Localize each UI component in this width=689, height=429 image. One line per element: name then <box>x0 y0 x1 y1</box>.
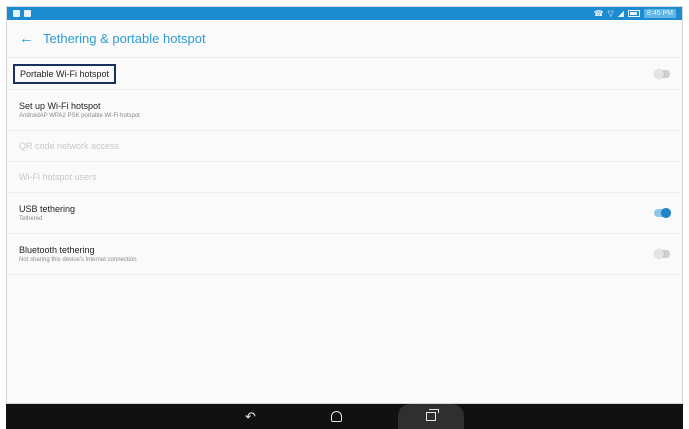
setting-qr-code-network-access: QR code network access <box>7 131 682 162</box>
nav-recent-apps-icon[interactable] <box>397 404 464 429</box>
setting-wifi-hotspot-users: Wi-Fi hotspot users <box>7 162 682 193</box>
signal-icon: ◢ <box>617 8 624 18</box>
setting-title: Portable Wi-Fi hotspot <box>13 64 117 84</box>
settings-list: Portable Wi-Fi hotspot Set up Wi-Fi hots… <box>7 59 682 275</box>
notification-icon <box>24 10 31 17</box>
setting-usb-tethering[interactable]: USB tethering Tethered <box>7 193 682 234</box>
portable-wifi-hotspot-toggle[interactable] <box>654 69 670 79</box>
phone-icon: ☎ <box>593 8 604 18</box>
nav-home-icon[interactable] <box>312 404 362 429</box>
setting-title: QR code network access <box>19 141 120 151</box>
home-icon <box>331 411 342 422</box>
page-title: Tethering & portable hotspot <box>43 31 206 46</box>
status-time: 8:45 PM <box>643 9 676 18</box>
setting-subtitle: Tethered <box>19 216 43 222</box>
screen: ☎ ▽ ◢ 8:45 PM ← Tethering & portable hot… <box>6 6 683 404</box>
setting-subtitle: Not sharing this device's Internet conne… <box>19 257 137 263</box>
notification-icon <box>13 10 20 17</box>
nav-back-icon[interactable]: ↶ <box>226 404 276 429</box>
setting-bluetooth-tethering[interactable]: Bluetooth tethering Not sharing this dev… <box>7 234 682 275</box>
app-bar: ← Tethering & portable hotspot <box>7 20 682 58</box>
battery-icon <box>627 10 640 17</box>
bluetooth-tethering-toggle[interactable] <box>654 249 670 259</box>
setting-title: Bluetooth tethering <box>19 245 95 255</box>
setting-title: USB tethering <box>19 204 76 214</box>
recent-apps-icon <box>425 409 439 421</box>
setting-title: Set up Wi-Fi hotspot <box>19 101 101 111</box>
status-bar: ☎ ▽ ◢ 8:45 PM <box>7 7 682 20</box>
back-arrow-icon[interactable]: ← <box>19 30 39 47</box>
setting-setup-wifi-hotspot[interactable]: Set up Wi-Fi hotspot AndroidAP WPA2 PSK … <box>7 90 682 131</box>
wifi-icon: ▽ <box>607 8 614 18</box>
setting-portable-wifi-hotspot[interactable]: Portable Wi-Fi hotspot <box>7 59 682 90</box>
setting-title: Wi-Fi hotspot users <box>19 172 97 182</box>
navigation-bar: ↶ <box>6 404 683 429</box>
usb-tethering-toggle[interactable] <box>654 208 671 218</box>
setting-subtitle: AndroidAP WPA2 PSK portable Wi-Fi hotspo… <box>19 113 140 119</box>
